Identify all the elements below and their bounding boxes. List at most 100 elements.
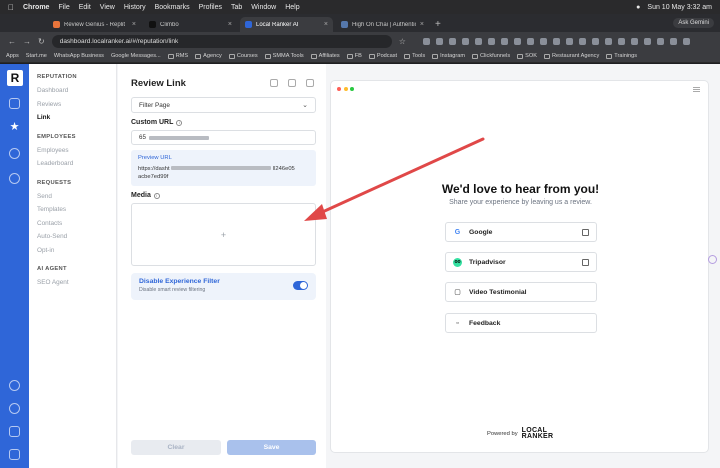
sidebar-item-contacts[interactable]: Contacts [37,220,116,227]
app-logo[interactable]: R [7,70,23,86]
clock[interactable]: Sun 10 May 3:32 am [647,4,712,11]
bookmark-folder[interactable]: RMS [167,53,188,59]
ask-gemini-button[interactable]: Ask Gemini [673,18,714,28]
extension-icon[interactable] [474,37,482,45]
media-upload-area[interactable]: + [131,203,316,266]
bookmark-apps[interactable]: Apps [6,53,19,59]
info-icon[interactable]: i [176,119,183,126]
extension-icon[interactable] [461,37,469,45]
extension-icon[interactable] [669,37,677,45]
bookmark-folder[interactable]: SMMA Tools [264,53,304,59]
feedback-option[interactable]: ▫ Feedback [445,313,597,333]
extension-icon[interactable] [643,37,651,45]
bookmark-folder[interactable]: Trainings [606,53,637,59]
menu-app-name[interactable]: Chrome [23,4,49,11]
history-icon[interactable] [270,79,278,87]
extension-icon[interactable] [513,37,521,45]
local-ranker-logo[interactable]: LOCAL RANKER [522,427,554,440]
menu-tab[interactable]: Tab [231,4,242,11]
apple-icon[interactable]:  [8,3,14,12]
bookmark-folder[interactable]: Podcast [368,53,397,59]
extension-icon[interactable] [435,37,443,45]
sidebar-item-send[interactable]: Send [37,193,116,200]
extension-icon[interactable] [617,37,625,45]
external-link-icon[interactable] [9,426,20,437]
bookmark-folder[interactable]: Tools [404,53,425,59]
sidebar-item-templates[interactable]: Templates [37,206,116,213]
sidebar-item-reviews[interactable]: Reviews [37,101,116,108]
menu-profiles[interactable]: Profiles [199,4,222,11]
tab-high-on-chai[interactable]: High On Chai | Authentic Indi × [336,17,429,32]
bookmark-item[interactable]: Google Messages... [111,53,161,59]
profile-icon[interactable] [9,380,20,391]
menu-view[interactable]: View [100,4,115,11]
bookmark-item[interactable]: WhatsApp Business [54,53,104,59]
tab-review-genius[interactable]: Review Genius - Replit × [48,17,141,32]
external-link-icon[interactable] [306,79,314,87]
qr-code-icon[interactable] [288,79,296,87]
extension-icon[interactable] [591,37,599,45]
bookmark-folder[interactable]: Restaurant Agency [544,53,599,59]
extension-icon[interactable] [552,37,560,45]
tripadvisor-review-option[interactable]: oo Tripadvisor [445,252,597,272]
forward-icon[interactable]: → [23,37,31,46]
bookmark-folder[interactable]: Clickfunnels [472,53,510,59]
close-tab-icon[interactable]: × [324,21,328,28]
hamburger-menu-icon[interactable] [693,87,700,92]
filter-page-select[interactable]: Filter Page ⌄ [131,97,316,113]
bookmark-folder[interactable]: Affiliates [310,53,340,59]
user-icon[interactable] [9,449,20,460]
new-tab-button[interactable]: + [435,19,441,30]
menu-history[interactable]: History [124,4,146,11]
extension-icon[interactable] [500,37,508,45]
menu-file[interactable]: File [58,4,69,11]
sidebar-item-link[interactable]: Link [37,114,116,121]
sidebar-item-leaderboard[interactable]: Leaderboard [37,160,116,167]
extension-icon[interactable] [422,37,430,45]
menu-window[interactable]: Window [251,4,276,11]
reload-icon[interactable]: ↻ [38,37,45,46]
sidebar-item-auto-send[interactable]: Auto-Send [37,233,116,240]
sidebar-item-dashboard[interactable]: Dashboard [37,87,116,94]
sidebar-item-employees[interactable]: Employees [37,147,116,154]
save-button[interactable]: Save [227,440,316,455]
custom-url-input[interactable]: 65 [131,130,316,145]
bookmark-folder[interactable]: Agency [195,53,222,59]
info-icon[interactable]: i [153,192,160,199]
experience-filter-toggle[interactable] [293,281,308,290]
tab-climbo[interactable]: Climbo × [144,17,237,32]
share-icon[interactable] [9,173,20,184]
close-tab-icon[interactable]: × [132,21,136,28]
preview-url-line[interactable]: https://dasht ll246e05 acbe7ed99f [138,165,309,181]
video-testimonial-option[interactable]: ▢ Video Testimonial [445,282,597,302]
clear-button[interactable]: Clear [131,440,221,455]
star-icon[interactable]: ★ [9,122,20,133]
extension-icon[interactable] [526,37,534,45]
extension-icon[interactable] [539,37,547,45]
sidebar-item-seo-agent[interactable]: SEO Agent [37,279,116,286]
extension-icon[interactable] [448,37,456,45]
extension-icon[interactable] [565,37,573,45]
gear-icon[interactable] [9,403,20,414]
home-icon[interactable] [9,98,20,109]
bookmark-folder[interactable]: Instagram [432,53,465,59]
extension-icon[interactable] [604,37,612,45]
extension-icon[interactable] [487,37,495,45]
extension-icon[interactable] [578,37,586,45]
extension-icon[interactable] [656,37,664,45]
bookmark-star-icon[interactable]: ☆ [399,37,406,46]
sidebar-item-opt-in[interactable]: Opt-in [37,247,116,254]
url-bar[interactable]: dashboard.localranker.ai/#/reputation/li… [51,34,392,48]
bookmark-folder[interactable]: Courses [228,53,258,59]
menu-edit[interactable]: Edit [79,4,91,11]
back-icon[interactable]: ← [8,37,16,46]
extension-icon[interactable] [630,37,638,45]
side-panel-badge-icon[interactable] [708,255,717,264]
tab-local-ranker[interactable]: Local Ranker AI × [240,17,333,32]
wifi-icon[interactable]: ● [636,4,640,11]
eye-icon[interactable] [9,148,20,159]
bookmark-item[interactable]: Start.me [26,53,47,59]
menu-bookmarks[interactable]: Bookmarks [155,4,190,11]
google-review-option[interactable]: G Google [445,222,597,242]
bookmark-folder[interactable]: SOK [517,53,537,59]
